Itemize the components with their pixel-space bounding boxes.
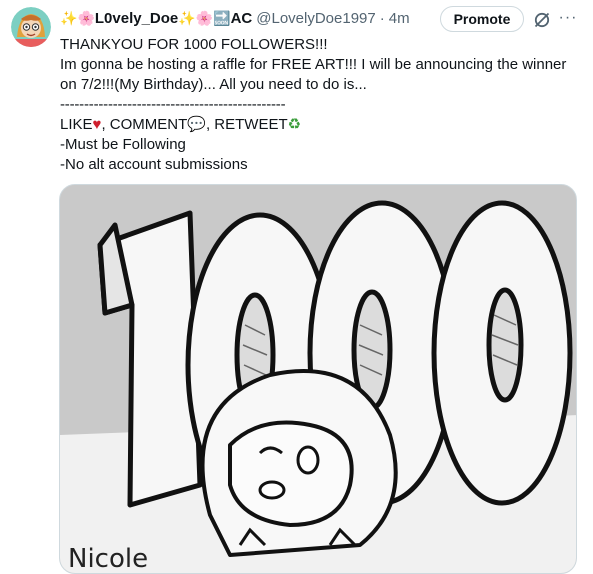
tweet-media-image[interactable]: Nicole <box>59 184 577 574</box>
flower-icon: 🌸 <box>77 9 95 26</box>
avatar-image <box>11 7 51 47</box>
tweet-line: THANKYOU FOR 1000 FOLLOWERS!!! <box>60 36 328 53</box>
comment-text: , COMMENT <box>101 116 188 133</box>
separator-dot: · <box>379 9 385 27</box>
display-name[interactable]: L0vely_Doe <box>95 10 178 27</box>
tweet-line: -Must be Following <box>60 136 186 153</box>
artist-signature: Nicole <box>68 544 148 574</box>
tweet-timestamp[interactable]: 4m <box>389 10 410 27</box>
display-name-suffix[interactable]: AC <box>231 10 253 27</box>
fan-art-illustration: Nicole <box>60 185 576 574</box>
recycle-icon: ♻ <box>287 116 302 133</box>
retweet-text: , RETWEET <box>205 116 288 133</box>
grok-icon[interactable] <box>533 11 551 29</box>
soon-arrow-icon: 🔜 <box>213 9 231 26</box>
speech-bubble-icon: 💬 <box>187 116 206 133</box>
flower-icon: 🌸 <box>195 9 214 26</box>
tweet-line: Im gonna be hosting a raffle for FREE AR… <box>60 56 567 93</box>
tweet-action-line: LIKE♥, COMMENT💬, RETWEET♻ <box>60 115 582 135</box>
like-text: LIKE <box>60 116 93 133</box>
promote-button[interactable]: Promote <box>440 6 524 32</box>
sparkle-icon: ✨ <box>178 9 196 26</box>
tweet-header: ✨ 🌸 L0vely_Doe ✨ 🌸 🔜 AC @LovelyDoe1997 ·… <box>60 7 410 29</box>
sparkle-icon: ✨ <box>60 9 78 26</box>
user-handle[interactable]: @LovelyDoe1997 <box>256 10 375 27</box>
tweet-line: -No alt account submissions <box>60 156 248 173</box>
avatar[interactable] <box>11 7 51 47</box>
more-options-icon[interactable]: ··· <box>558 8 578 28</box>
tweet-divider-line: ----------------------------------------… <box>60 96 286 113</box>
tweet-text: THANKYOU FOR 1000 FOLLOWERS!!! Im gonna … <box>60 35 582 175</box>
